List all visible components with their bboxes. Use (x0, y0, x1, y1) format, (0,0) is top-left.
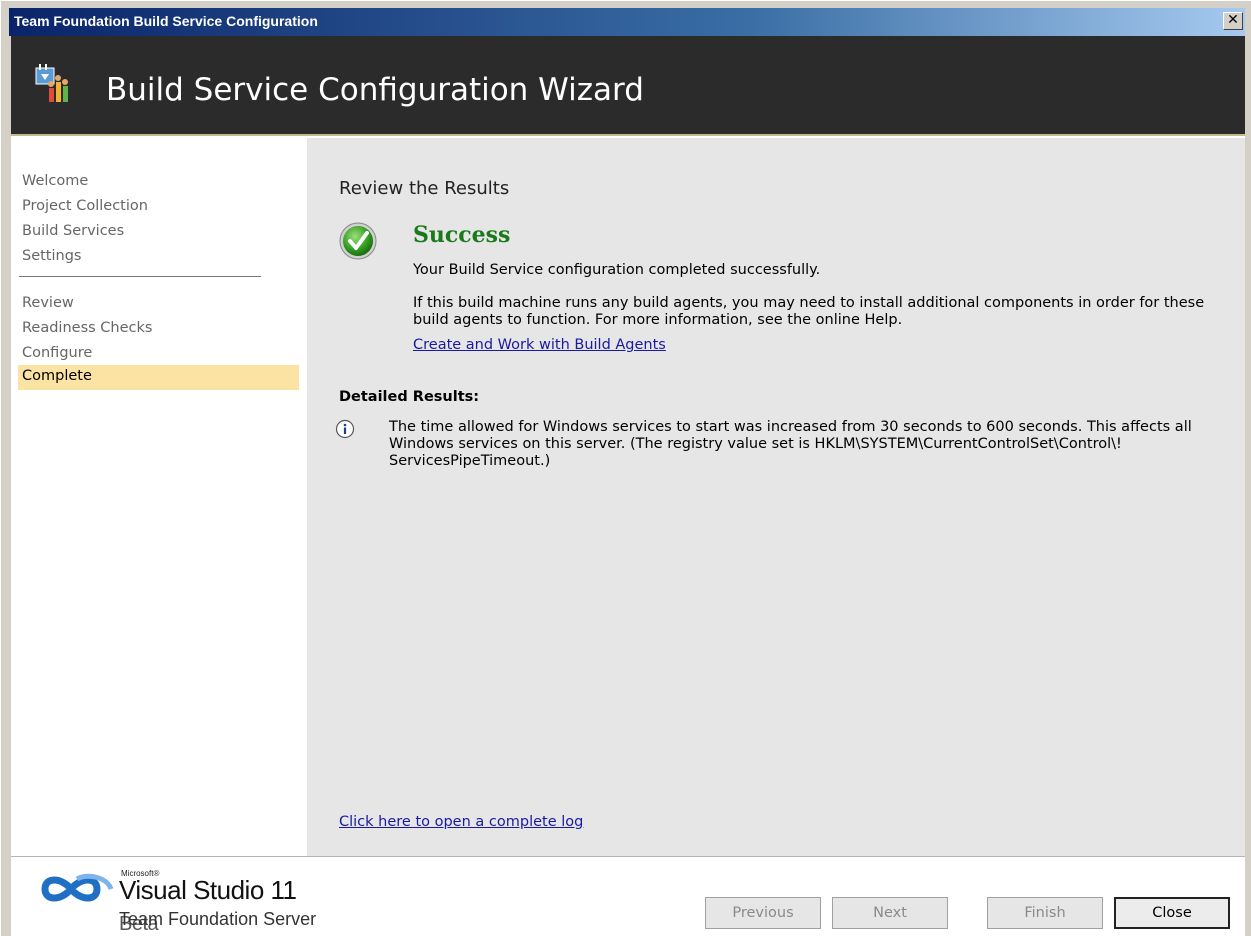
finish-button[interactable]: Finish (987, 897, 1103, 929)
wizard-window: Team Foundation Build Service Configurat… (0, 0, 1251, 936)
nav-item-build-services[interactable]: Build Services (18, 220, 299, 245)
nav-item-review[interactable]: Review (18, 292, 299, 317)
title-bar: Team Foundation Build Service Configurat… (9, 8, 1245, 36)
detailed-result-message: The time allowed for Windows services to… (389, 419, 1192, 469)
logo-subtitle: Team Foundation Server (119, 909, 317, 929)
nav-item-project-collection[interactable]: Project Collection (18, 195, 299, 220)
wizard-footer: Microsoft® Visual Studio 11 Beta Team Fo… (11, 856, 1245, 936)
previous-button[interactable]: Previous (705, 897, 821, 929)
window-title: Team Foundation Build Service Configurat… (14, 13, 318, 29)
detailed-results-label: Detailed Results: (339, 389, 480, 405)
build-agent-info: If this build machine runs any build age… (413, 295, 1205, 328)
nav-item-welcome[interactable]: Welcome (18, 170, 299, 195)
nav-item-complete[interactable]: Complete (18, 365, 299, 390)
results-panel: Review the Results Success Your Build Se… (307, 138, 1245, 856)
next-button[interactable]: Next (832, 897, 948, 929)
build-agents-help-link[interactable]: Create and Work with Build Agents (413, 337, 666, 353)
wizard-banner: Build Service Configuration Wizard (11, 36, 1245, 136)
wizard-navigation: Welcome Project Collection Build Service… (11, 138, 307, 856)
success-checkmark-icon (339, 222, 377, 260)
section-title: Review the Results (339, 178, 510, 199)
visual-studio-logo: Microsoft® Visual Studio 11 Beta Team Fo… (41, 869, 341, 936)
build-wizard-icon (35, 64, 68, 102)
open-log-link[interactable]: Click here to open a complete log (339, 814, 583, 830)
nav-divider (19, 276, 261, 277)
nav-item-settings[interactable]: Settings (18, 245, 299, 270)
info-icon (335, 419, 355, 439)
success-message: Your Build Service configuration complet… (413, 262, 821, 278)
wizard-content: Build Service Configuration Wizard Welco… (11, 36, 1245, 936)
window-close-button[interactable]: ✕ (1223, 12, 1243, 30)
close-button[interactable]: Close (1114, 897, 1230, 929)
wizard-heading: Build Service Configuration Wizard (106, 72, 644, 108)
nav-item-readiness-checks[interactable]: Readiness Checks (18, 317, 299, 342)
visual-studio-infinity-icon (41, 873, 114, 902)
success-status: Success (413, 222, 511, 248)
nav-item-configure[interactable]: Configure (18, 342, 299, 367)
